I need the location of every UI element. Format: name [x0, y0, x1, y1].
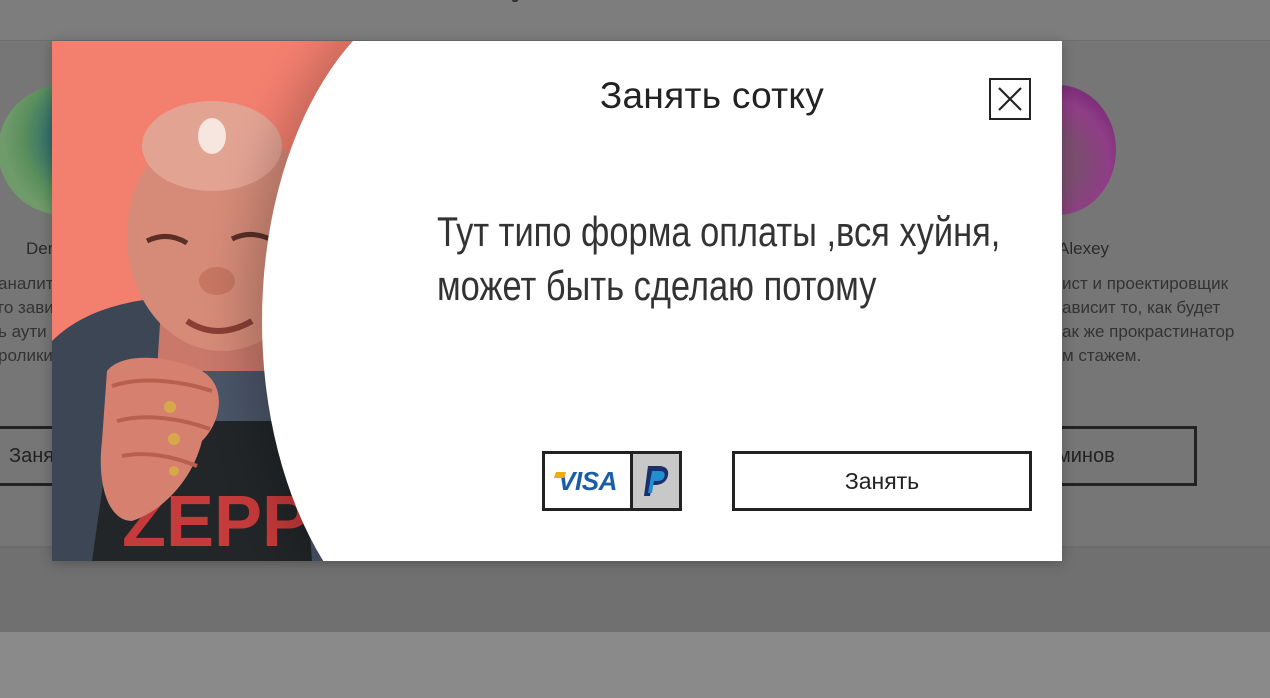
visa-option[interactable]: VISA: [545, 454, 633, 508]
modal-photo: ZEPP: [52, 41, 358, 561]
modal-message-line-1: Тут типо форма оплаты ,вся хуйня,: [437, 208, 1001, 255]
paypal-option[interactable]: [633, 454, 679, 508]
close-icon: [998, 87, 1022, 111]
payment-modal: ZEPP Занять сотку Тут типо форма оплаты …: [52, 41, 1062, 561]
visa-label: VISA: [558, 465, 617, 496]
payment-methods: VISA: [542, 451, 682, 511]
visa-logo: VISA: [554, 465, 617, 497]
close-button[interactable]: [989, 78, 1031, 120]
visa-accent-mark: [554, 471, 567, 478]
modal-title: Занять сотку: [599, 75, 825, 116]
occupy-submit-button[interactable]: Занять: [732, 451, 1032, 511]
modal-message-line-2: может быть сделаю потому: [437, 262, 877, 309]
occupy-submit-label: Занять: [844, 467, 920, 494]
modal-message: Тут типо форма оплаты ,вся хуйня, может …: [437, 205, 1044, 313]
paypal-icon: [644, 466, 669, 496]
